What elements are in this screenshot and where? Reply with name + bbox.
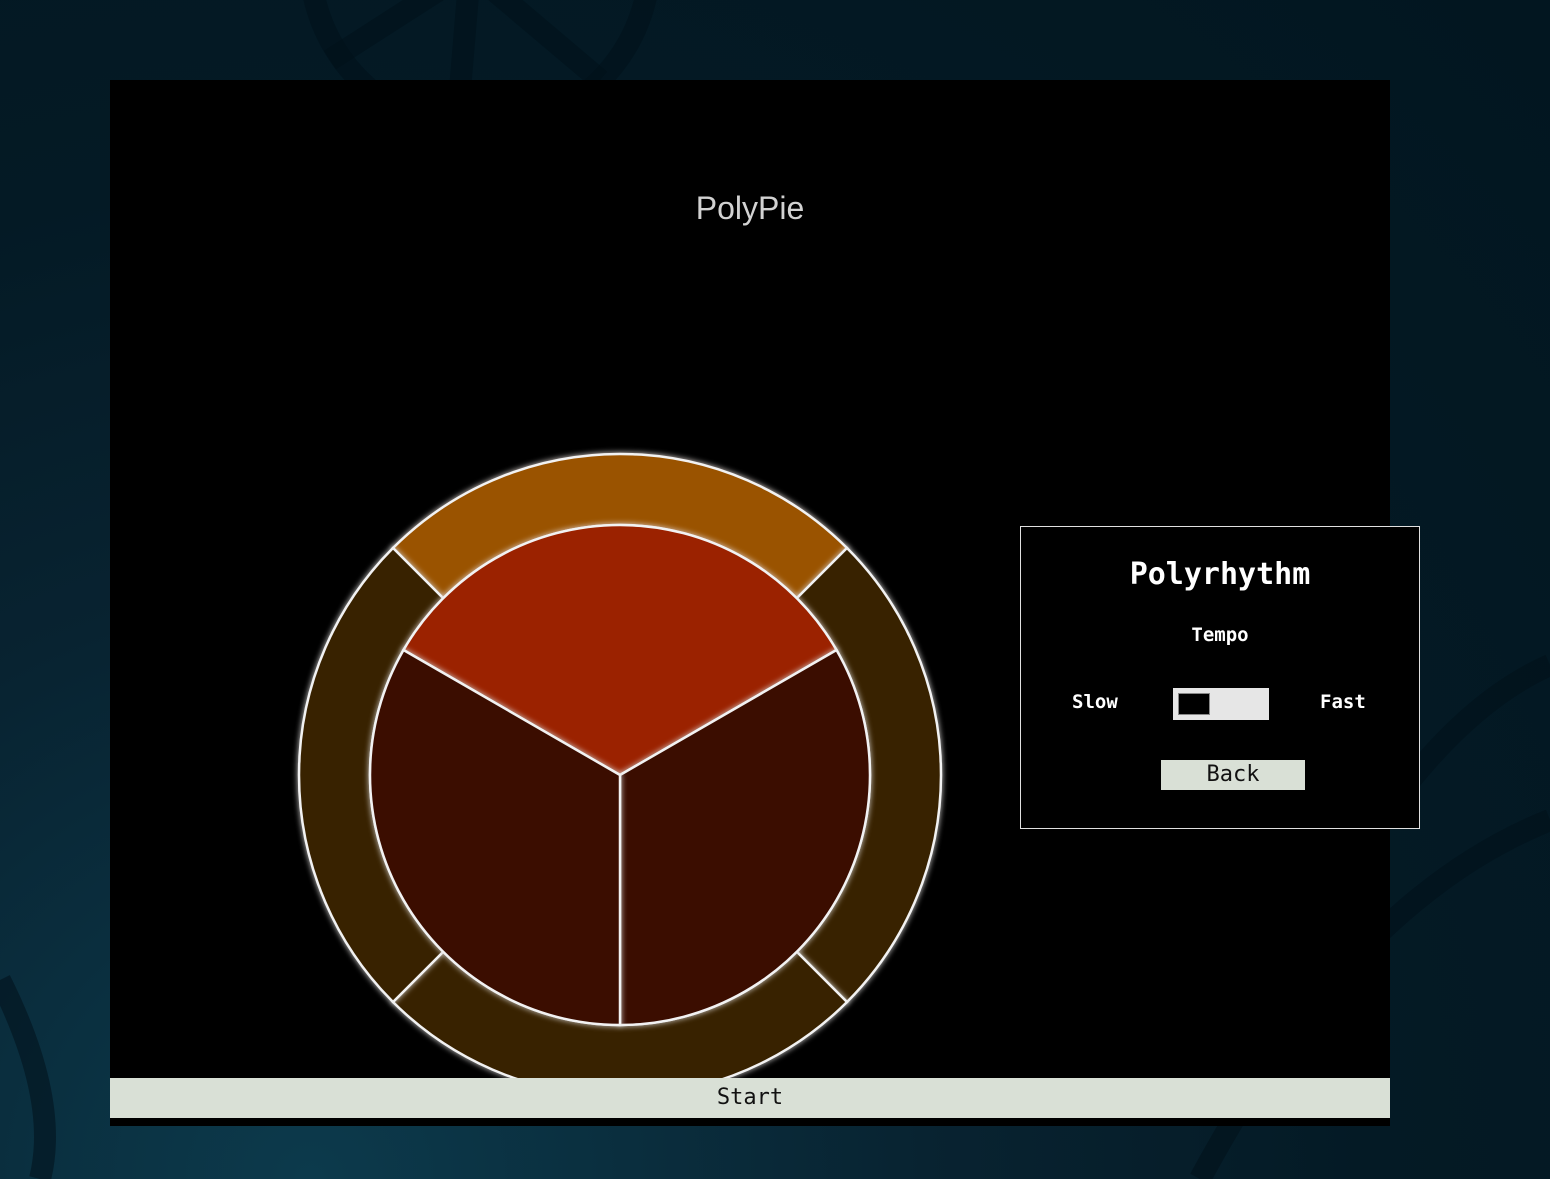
tempo-slider[interactable] <box>1173 688 1269 720</box>
tempo-label: Tempo <box>1191 624 1249 646</box>
settings-panel: Polyrhythm Tempo Slow Fast Back <box>1020 526 1420 829</box>
inner-pie <box>368 523 872 1027</box>
back-button[interactable]: Back <box>1161 760 1305 790</box>
app-title: PolyPie <box>695 190 805 226</box>
slow-label: Slow <box>1072 691 1118 713</box>
start-button[interactable]: Start <box>110 1078 1390 1118</box>
polyrhythm-pie[interactable] <box>290 445 950 1105</box>
panel-title: Polyrhythm <box>1129 557 1311 592</box>
fast-label: Fast <box>1320 691 1366 713</box>
tempo-slider-thumb[interactable] <box>1178 693 1210 715</box>
app-window: PolyPie Polyrhythm Tempo Slow Fast Back … <box>110 80 1420 1126</box>
